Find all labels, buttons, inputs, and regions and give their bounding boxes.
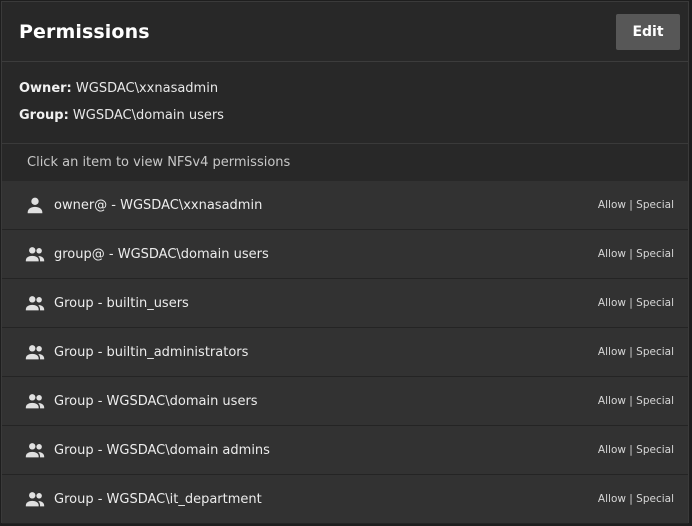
card-header: Permissions Edit bbox=[2, 2, 688, 62]
acl-entry[interactable]: Group - builtin_administrators Allow | S… bbox=[2, 328, 688, 377]
acl-entry-label: Group - builtin_users bbox=[54, 295, 189, 311]
acl-entry[interactable]: group@ - WGSDAC\domain users Allow | Spe… bbox=[2, 230, 688, 279]
people-icon bbox=[24, 341, 46, 363]
acl-entry-status: Allow | Special bbox=[597, 199, 674, 211]
owner-row: Owner: WGSDAC\xxnasadmin bbox=[19, 80, 671, 107]
acl-entry-status: Allow | Special bbox=[597, 444, 674, 456]
owner-label: Owner: bbox=[19, 81, 72, 96]
people-icon bbox=[24, 292, 46, 314]
acl-entry-label: group@ - WGSDAC\domain users bbox=[54, 246, 269, 262]
acl-entry-status: Allow | Special bbox=[597, 248, 674, 260]
acl-entry-status: Allow | Special bbox=[597, 297, 674, 309]
people-icon bbox=[24, 439, 46, 461]
acl-entry-list: owner@ - WGSDAC\xxnasadmin Allow | Speci… bbox=[2, 181, 688, 524]
owner-value: WGSDAC\xxnasadmin bbox=[75, 81, 219, 96]
acl-entry-label: Group - WGSDAC\domain admins bbox=[54, 442, 270, 458]
acl-entry[interactable]: Group - builtin_users Allow | Special bbox=[2, 279, 688, 328]
acl-entry-label: owner@ - WGSDAC\xxnasadmin bbox=[54, 197, 263, 213]
people-icon bbox=[24, 243, 46, 265]
people-icon bbox=[24, 488, 46, 510]
acl-entry[interactable]: Group - WGSDAC\domain admins Allow | Spe… bbox=[2, 426, 688, 475]
owner-group-section: Owner: WGSDAC\xxnasadmin Group: WGSDAC\d… bbox=[2, 62, 688, 144]
acl-entry-status: Allow | Special bbox=[597, 493, 674, 505]
group-row: Group: WGSDAC\domain users bbox=[19, 107, 671, 134]
nfsv4-hint: Click an item to view NFSv4 permissions bbox=[27, 155, 291, 170]
acl-entry-status: Allow | Special bbox=[597, 395, 674, 407]
permissions-card: Permissions Edit Owner: WGSDAC\xxnasadmi… bbox=[1, 1, 689, 524]
group-value: WGSDAC\domain users bbox=[72, 108, 224, 123]
acl-entry-label: Group - WGSDAC\domain users bbox=[54, 393, 258, 409]
person-icon bbox=[24, 194, 46, 216]
card-title: Permissions bbox=[19, 20, 150, 43]
people-icon bbox=[24, 390, 46, 412]
acl-entry[interactable]: Group - WGSDAC\domain users Allow | Spec… bbox=[2, 377, 688, 426]
acl-entry-status: Allow | Special bbox=[597, 346, 674, 358]
acl-entry[interactable]: Group - WGSDAC\it_department Allow | Spe… bbox=[2, 475, 688, 524]
acl-entry-label: Group - WGSDAC\it_department bbox=[54, 491, 262, 507]
acl-entry-label: Group - builtin_administrators bbox=[54, 344, 249, 360]
edit-button[interactable]: Edit bbox=[616, 13, 680, 50]
group-label: Group: bbox=[19, 108, 69, 123]
acl-entry[interactable]: owner@ - WGSDAC\xxnasadmin Allow | Speci… bbox=[2, 181, 688, 230]
